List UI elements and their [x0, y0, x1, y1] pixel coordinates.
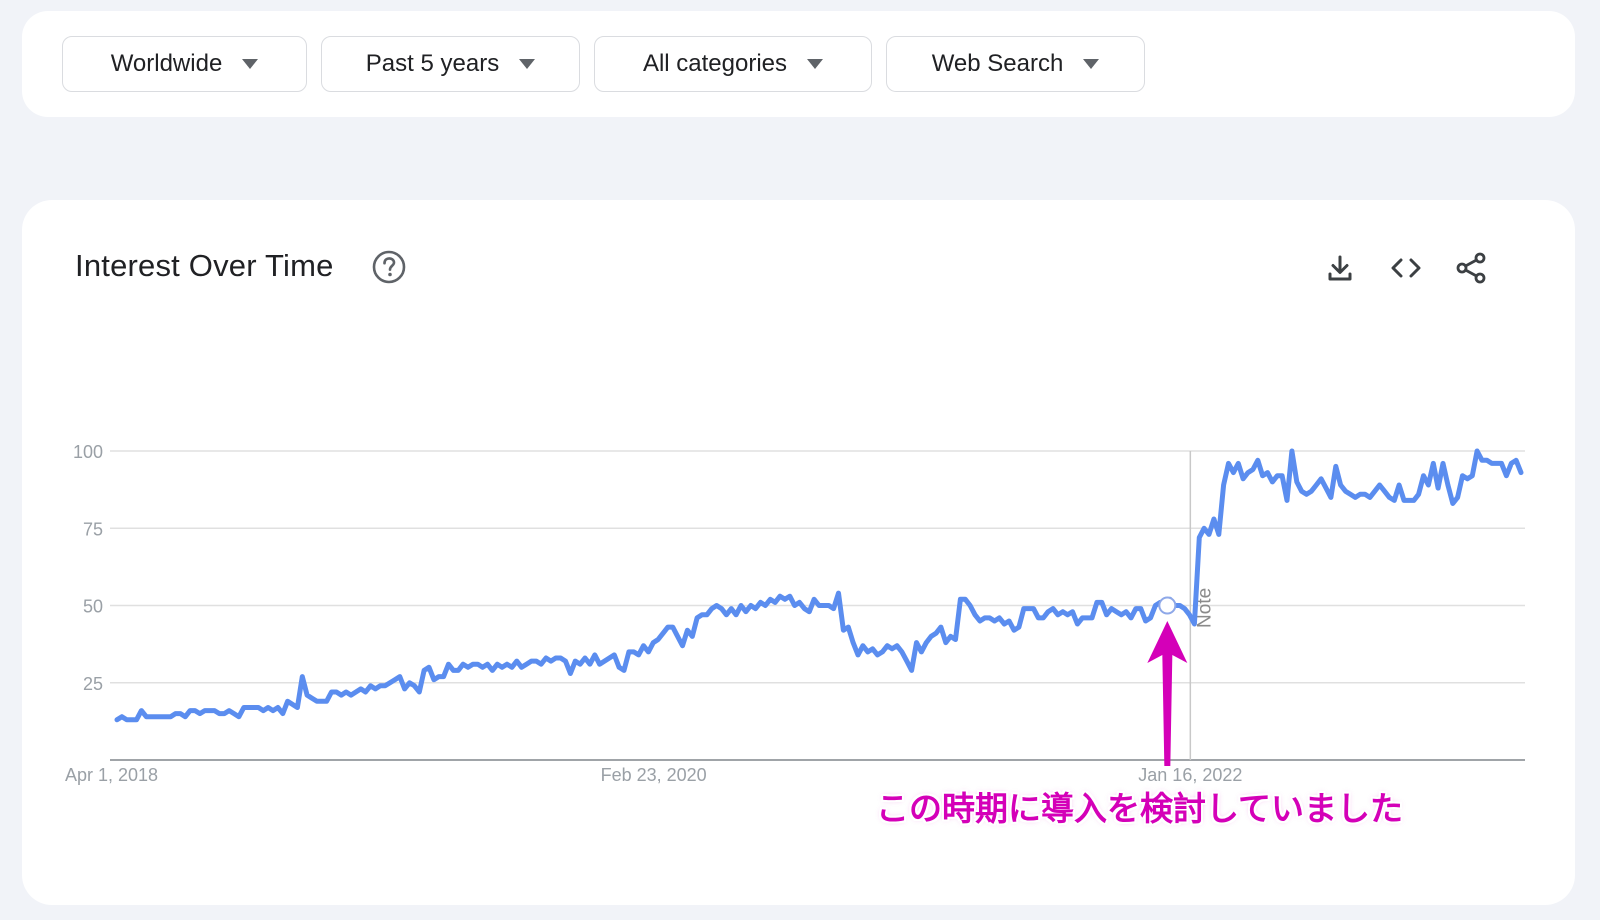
x-tick-label: Feb 23, 2020	[601, 765, 707, 785]
y-axis-ticks: 100 75 50 25	[73, 442, 103, 694]
note-point-marker	[1158, 596, 1177, 615]
y-tick-label: 50	[83, 597, 103, 617]
series-line	[114, 448, 1524, 723]
annotation-text: この時期に導入を検討していました	[876, 789, 1404, 828]
y-tick-label: 100	[73, 442, 103, 462]
y-tick-label: 25	[83, 674, 103, 694]
x-tick-label: Apr 1, 2018	[65, 765, 158, 785]
y-tick-label: 75	[83, 519, 103, 539]
annotation-arrow	[1147, 621, 1188, 766]
